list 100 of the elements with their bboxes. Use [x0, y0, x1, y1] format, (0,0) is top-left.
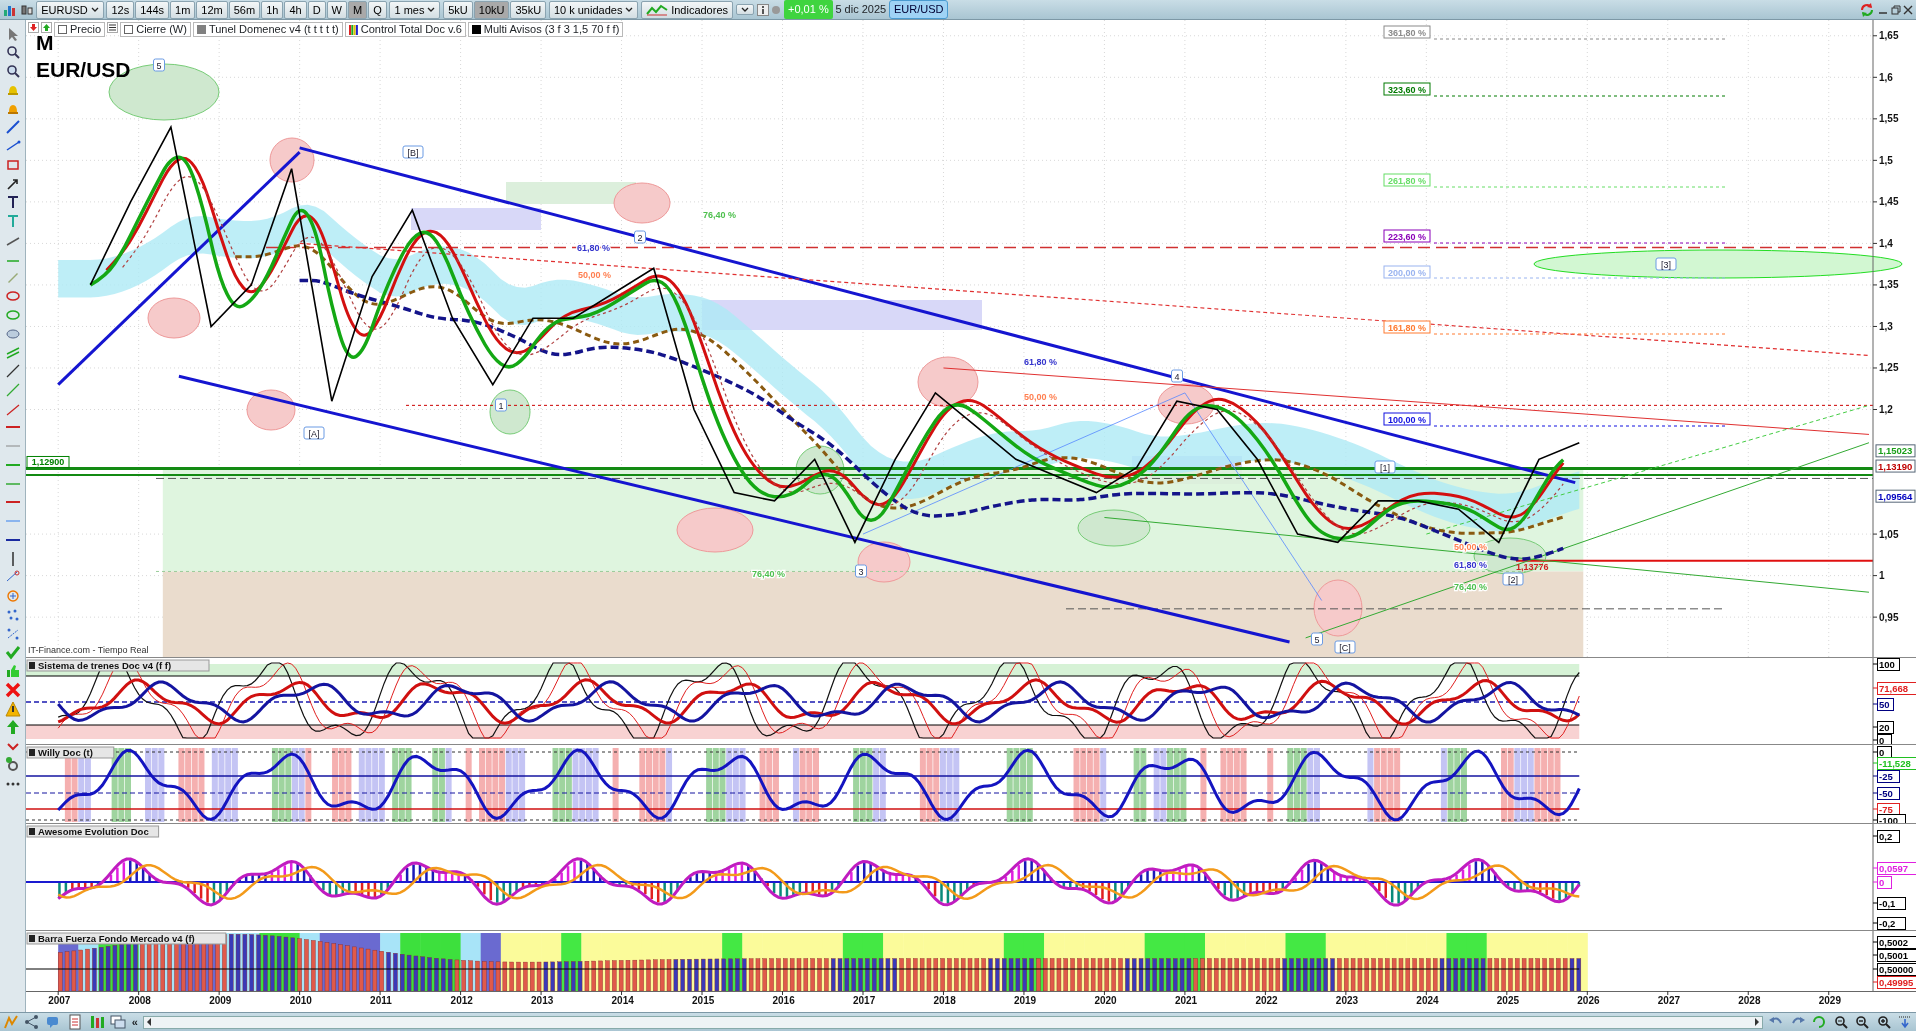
axis-label: -50 [1877, 787, 1900, 800]
axis-label: 1,45 [1879, 196, 1899, 208]
timeframe-button[interactable]: W [326, 0, 347, 19]
wave-label: [B] [402, 145, 424, 159]
axis-label: 1,35 [1879, 279, 1899, 291]
legend-item[interactable]: Precio [54, 22, 106, 37]
legend-item[interactable]: Multi Avisos (3 f 3 1,5 70 f f) [467, 22, 624, 37]
wave-label: [A] [303, 426, 325, 440]
legend-item[interactable]: Cierre (W) [120, 22, 191, 37]
color-bars-icon [348, 24, 358, 35]
indicator-chart-icon [646, 3, 669, 16]
legend-item[interactable]: Tunel Domenec v4 (t t t t t) [192, 22, 343, 37]
restore-icon[interactable] [1890, 4, 1901, 15]
wave-label: 2 [634, 230, 646, 244]
pane-icon [29, 935, 35, 942]
search-icon[interactable] [4, 44, 21, 61]
check-icon[interactable] [4, 644, 21, 661]
axis-label: -100 [1877, 814, 1906, 823]
timeframe-button[interactable]: 144s [135, 0, 170, 19]
fibonacci-tool-icon[interactable] [4, 588, 21, 604]
timeframe-button[interactable]: M [348, 0, 368, 19]
checkbox[interactable] [124, 25, 134, 34]
list-icon[interactable] [107, 22, 119, 33]
timeframe-button[interactable]: 1h [261, 0, 284, 19]
wave-label: [2] [1502, 572, 1524, 586]
year-label: 2019 [1013, 995, 1037, 1006]
units-button[interactable]: 5kU [443, 0, 473, 19]
candles-icon[interactable] [19, 2, 34, 17]
year-label: 2012 [450, 995, 473, 1006]
collapse-button[interactable]: « [131, 1013, 138, 1031]
timeframe-button[interactable]: 56m [228, 0, 261, 19]
line-tool-icon[interactable] [4, 119, 21, 136]
zoom-in-icon[interactable] [1875, 1014, 1892, 1030]
document-icon[interactable] [67, 1014, 84, 1030]
axis-label: 100 [1877, 658, 1900, 671]
timeframe-button[interactable]: 1m [170, 0, 196, 19]
fib-label: 200,00 % [1383, 265, 1431, 279]
line-tool-icon[interactable] [4, 138, 21, 154]
axis-label: 0,49995 [1877, 976, 1916, 989]
timeframe-button[interactable]: 4h [284, 0, 307, 19]
zoom-out-icon[interactable] [1854, 1014, 1871, 1030]
wave-label: 1 [495, 398, 507, 412]
highlight-ellipse [269, 137, 315, 183]
fib-label: 50,00 % [578, 270, 612, 280]
fib-label: 261,80 % [1383, 173, 1431, 187]
arrow-up-icon[interactable] [41, 22, 52, 33]
units-button[interactable]: 10kU [473, 0, 510, 19]
year-label: 2010 [289, 995, 312, 1006]
legend-item[interactable]: Control Total Doc v.6 [344, 22, 466, 37]
checkbox[interactable] [58, 25, 67, 34]
price-tag: 1,12900 [26, 456, 70, 468]
caret-icon [625, 6, 634, 13]
highlight-ellipse [1313, 579, 1363, 637]
close-icon[interactable] [1903, 4, 1914, 15]
units-button[interactable]: 35kU [510, 0, 547, 19]
highlight-ellipse [857, 541, 911, 583]
arrow-down-icon[interactable] [28, 22, 39, 33]
year-label: 2029 [1818, 995, 1841, 1006]
zoom-fit-icon[interactable] [1832, 1014, 1849, 1030]
columns-icon[interactable] [88, 1014, 105, 1030]
timeframe-button[interactable]: 12s [106, 0, 135, 19]
axis-label: 1,5 [1879, 154, 1893, 166]
symbol-dropdown[interactable]: EURUSD [36, 0, 104, 19]
axis-label: 1,4 [1879, 237, 1893, 249]
axis-label: 1,05 [1879, 528, 1899, 540]
units-dropdown[interactable]: 10 k unidades [548, 0, 639, 19]
pane-icon [29, 749, 35, 756]
timeframe-button[interactable]: 12m [196, 0, 228, 19]
dropdown-button[interactable] [735, 4, 754, 15]
thumbs-up-icon[interactable] [4, 663, 21, 679]
price-tag: 1,13190 [1875, 459, 1916, 473]
share-icon[interactable] [24, 1014, 41, 1030]
timeframe-button[interactable]: D [307, 0, 326, 19]
timeframe-button[interactable]: Q [368, 0, 387, 19]
axis-label: 0,95 [1879, 611, 1899, 623]
fib-label: 361,80 % [1383, 25, 1431, 39]
settings-icon[interactable] [4, 756, 21, 773]
horizontal-scrollbar[interactable] [143, 1015, 1763, 1029]
search-icon[interactable] [4, 63, 21, 79]
indicators-button[interactable]: Indicadores [641, 0, 733, 19]
refresh-icon[interactable] [1859, 1, 1875, 18]
year-label: 2026 [1577, 995, 1600, 1006]
pane-icon [29, 662, 35, 669]
year-label: 2015 [692, 995, 715, 1006]
highlight-ellipse [1157, 383, 1215, 425]
cross-icon[interactable] [4, 681, 21, 698]
year-label: 2013 [531, 995, 554, 1006]
year-label: 2018 [933, 995, 956, 1006]
info-icon[interactable] [756, 3, 769, 16]
ellipse-tool-icon[interactable] [4, 288, 21, 304]
wave-label: 4 [1171, 369, 1183, 383]
record-dot-icon [771, 4, 782, 15]
warning-icon[interactable] [4, 700, 21, 717]
windows-icon[interactable] [110, 1014, 127, 1030]
axis-label: 50 [1877, 698, 1894, 711]
line-tool-icon[interactable] [4, 363, 21, 379]
period-dropdown[interactable]: 1 mes [389, 0, 441, 19]
axis-label: -11,528 [1877, 757, 1916, 770]
year-label: 2011 [370, 995, 392, 1006]
year-label: 2016 [772, 995, 795, 1006]
